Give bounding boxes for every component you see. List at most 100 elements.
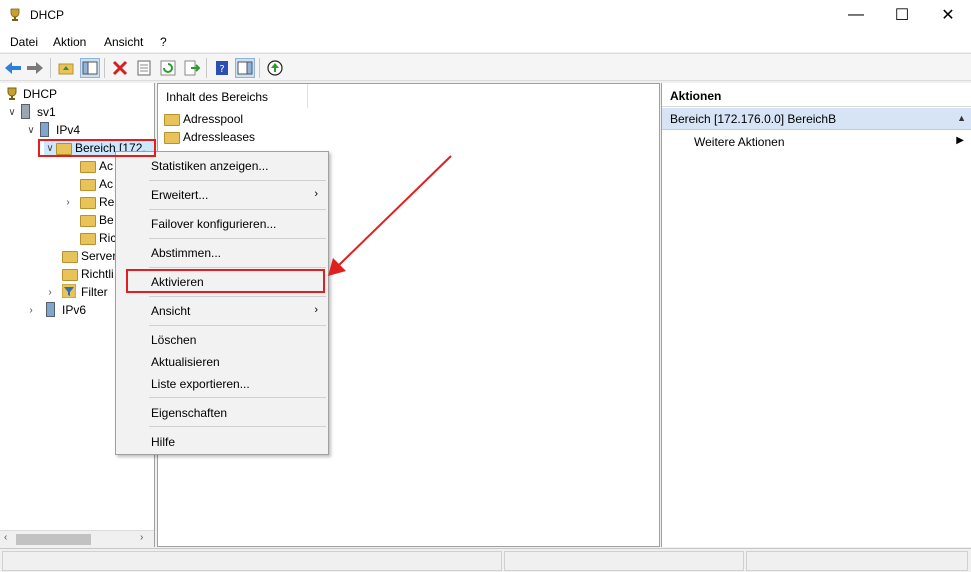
chevron-right-icon[interactable]: › <box>44 287 56 298</box>
menu-item-label: Erweitert... <box>151 188 209 202</box>
scroll-left-icon[interactable]: ‹ <box>4 532 7 543</box>
list-item[interactable]: Adressleases <box>164 128 255 146</box>
tree-item-label: Be <box>99 213 114 227</box>
menu-separator <box>149 267 326 268</box>
toolbar-separator <box>259 58 260 78</box>
menu-item-export-list[interactable]: Liste exportieren... <box>118 373 326 395</box>
toolbar-separator <box>50 58 51 78</box>
svg-text:?: ? <box>219 64 224 75</box>
folder-icon <box>62 251 78 263</box>
menu-item-help[interactable]: Hilfe <box>118 431 326 453</box>
up-folder-icon[interactable] <box>56 58 76 78</box>
menu-separator <box>149 296 326 297</box>
menu-item-refresh[interactable]: Aktualisieren <box>118 351 326 373</box>
title-bar: DHCP — ☐ ✕ <box>0 0 971 32</box>
properties-icon[interactable] <box>134 58 154 78</box>
status-segment <box>504 551 744 571</box>
tree-item-policies[interactable]: Richtli <box>62 265 114 283</box>
menu-item-properties[interactable]: Eigenschaften <box>118 402 326 424</box>
list-item-label: Adresspool <box>183 112 244 126</box>
scroll-right-icon[interactable]: › <box>140 532 143 543</box>
close-button[interactable]: ✕ <box>925 0 971 30</box>
server-icon <box>18 104 34 120</box>
folder-icon <box>62 269 78 281</box>
show-hide-tree-icon[interactable] <box>80 58 100 78</box>
menu-separator <box>149 325 326 326</box>
menu-separator <box>149 426 326 427</box>
tree-item-address-pool[interactable]: Ac <box>80 157 113 175</box>
menu-ansicht[interactable]: Ansicht <box>104 35 143 49</box>
menu-separator <box>149 238 326 239</box>
folder-icon <box>80 197 96 209</box>
tree-item-scope-options[interactable]: Be <box>80 211 114 229</box>
folder-icon <box>164 114 180 126</box>
menu-item-view[interactable]: Ansicht › <box>118 300 326 322</box>
chevron-down-icon[interactable]: ∨ <box>25 125 37 136</box>
chevron-right-icon[interactable]: › <box>62 197 74 208</box>
menu-bar: Datei Aktion Ansicht ? <box>0 32 971 52</box>
delete-icon[interactable] <box>110 58 130 78</box>
toolbar-separator <box>206 58 207 78</box>
tree-item-ipv4[interactable]: ∨ IPv4 <box>25 121 80 139</box>
activate-icon[interactable] <box>265 58 285 78</box>
action-pane-icon[interactable] <box>235 58 255 78</box>
forward-arrow-icon[interactable] <box>25 58 45 78</box>
toolbar: ? <box>0 53 971 81</box>
help-icon[interactable]: ? <box>212 58 232 78</box>
dhcp-trophy-icon <box>7 87 17 100</box>
tree-item-sv1[interactable]: ∨ sv1 <box>6 103 56 121</box>
menu-item-reconcile[interactable]: Abstimmen... <box>118 242 326 264</box>
folder-icon <box>80 215 96 227</box>
refresh-icon[interactable] <box>158 58 178 78</box>
tree-item-label: IPv4 <box>56 123 81 137</box>
network-icon <box>37 122 53 138</box>
tree-item-label: Filter <box>81 285 108 299</box>
tree-item-ipv6[interactable]: › IPv6 <box>25 301 86 319</box>
chevron-right-icon[interactable]: › <box>25 305 37 316</box>
menu-item-advanced[interactable]: Erweitert... › <box>118 184 326 206</box>
actions-header: Aktionen <box>662 83 971 107</box>
folder-icon <box>80 179 96 191</box>
actions-section-label: Bereich [172.176.0.0] BereichB <box>670 112 837 126</box>
chevron-down-icon[interactable]: ∨ <box>6 107 18 118</box>
network-icon <box>43 302 59 318</box>
submenu-arrow-icon: ▶ <box>956 135 964 146</box>
export-icon[interactable] <box>182 58 202 78</box>
tree-horizontal-scrollbar[interactable]: ‹ › <box>0 530 154 547</box>
menu-item-label: Ansicht <box>151 304 191 318</box>
menu-help[interactable]: ? <box>160 35 167 49</box>
menu-aktion[interactable]: Aktion <box>53 35 86 49</box>
tree-item-filter[interactable]: › Filter <box>44 283 108 301</box>
dhcp-trophy-icon <box>10 8 20 21</box>
more-actions-item[interactable]: Weitere Aktionen ▶ <box>694 135 964 149</box>
status-segment <box>2 551 502 571</box>
tree-item-reservations[interactable]: › Re <box>62 193 114 211</box>
menu-item-statistics[interactable]: Statistiken anzeigen... <box>118 155 326 177</box>
actions-section-scope[interactable]: Bereich [172.176.0.0] BereichB ▲ <box>662 108 971 130</box>
menu-item-failover[interactable]: Failover konfigurieren... <box>118 213 326 235</box>
tree-item-policies-scope[interactable]: Ric <box>80 229 116 247</box>
tree-item-dhcp[interactable]: DHCP <box>4 85 57 103</box>
annotation-highlight-activate <box>126 269 325 293</box>
more-actions-label: Weitere Aktionen <box>694 135 785 149</box>
collapse-up-icon[interactable]: ▲ <box>957 113 966 123</box>
submenu-arrow-icon: › <box>314 188 318 200</box>
window-title: DHCP <box>30 8 65 22</box>
scrollbar-thumb[interactable] <box>16 534 91 545</box>
menu-datei[interactable]: Datei <box>10 35 38 49</box>
maximize-button[interactable]: ☐ <box>879 0 925 30</box>
back-arrow-icon[interactable] <box>3 58 23 78</box>
toolbar-separator <box>104 58 105 78</box>
tree-item-label: Ric <box>99 231 117 245</box>
tree-item-address-leases[interactable]: Ac <box>80 175 113 193</box>
menu-item-delete[interactable]: Löschen <box>118 329 326 351</box>
folder-icon <box>80 161 96 173</box>
tree-item-label: DHCP <box>23 87 58 101</box>
submenu-arrow-icon: › <box>314 304 318 316</box>
status-bar <box>0 548 971 572</box>
tree-item-label: Richtli <box>81 267 114 281</box>
tree-item-server-options[interactable]: Server <box>62 247 116 265</box>
list-item[interactable]: Adresspool <box>164 110 243 128</box>
minimize-button[interactable]: — <box>833 0 879 30</box>
column-header[interactable]: Inhalt des Bereichs <box>158 84 308 108</box>
